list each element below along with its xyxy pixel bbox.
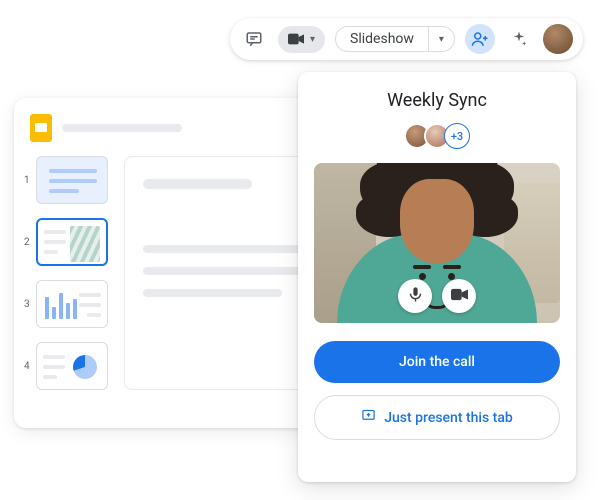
meet-side-panel: Weekly Sync +3 (298, 72, 576, 482)
presentation-title-placeholder (62, 124, 182, 132)
meeting-title: Weekly Sync (387, 90, 487, 111)
slide-thumbnail-1[interactable] (36, 156, 108, 204)
microphone-icon (407, 286, 424, 307)
slide-thumbnail-3[interactable] (36, 280, 108, 328)
camera-icon (288, 30, 304, 49)
ai-sparkle-icon[interactable] (505, 25, 533, 53)
slideshow-button[interactable]: Slideshow (336, 27, 428, 51)
slides-logo-icon (30, 114, 52, 142)
slides-toolbar: ▾ Slideshow ▾ (230, 18, 583, 60)
toggle-camera-button[interactable] (442, 279, 476, 313)
slide-number: 2 (24, 237, 30, 248)
account-avatar[interactable] (543, 24, 573, 54)
attendee-avatars: +3 (404, 123, 470, 149)
slide-thumbnail-4[interactable] (36, 342, 108, 390)
slide-thumbnail-row[interactable]: 1 (24, 156, 108, 204)
chevron-down-icon: ▾ (310, 34, 315, 45)
slide-thumbnail-2[interactable] (36, 218, 108, 266)
canvas-title-placeholder (143, 179, 252, 189)
slide-number: 4 (24, 361, 30, 372)
slide-thumbnail-row[interactable]: 4 (24, 342, 108, 390)
slide-thumbnail-list: 1 2 3 (24, 156, 108, 390)
slide-thumbnail-row[interactable]: 2 (24, 218, 108, 266)
slide-thumbnail-row[interactable]: 3 (24, 280, 108, 328)
present-tab-icon (361, 408, 376, 427)
slideshow-split-button: Slideshow ▾ (335, 26, 455, 52)
slideshow-options-button[interactable]: ▾ (428, 27, 454, 51)
join-call-button[interactable]: Join the call (314, 341, 560, 383)
canvas-text-placeholder (143, 289, 282, 297)
slide-number: 1 (24, 175, 30, 186)
meet-camera-dropdown[interactable]: ▾ (278, 26, 325, 53)
comment-icon[interactable] (240, 25, 268, 53)
camera-icon (451, 286, 468, 307)
present-this-tab-label: Just present this tab (384, 410, 513, 426)
attendee-overflow-count[interactable]: +3 (444, 123, 470, 149)
chevron-down-icon: ▾ (439, 34, 444, 45)
present-this-tab-button[interactable]: Just present this tab (314, 395, 560, 440)
share-button[interactable] (465, 24, 495, 54)
self-video-preview (314, 163, 560, 323)
toggle-microphone-button[interactable] (398, 279, 432, 313)
slide-number: 3 (24, 299, 30, 310)
